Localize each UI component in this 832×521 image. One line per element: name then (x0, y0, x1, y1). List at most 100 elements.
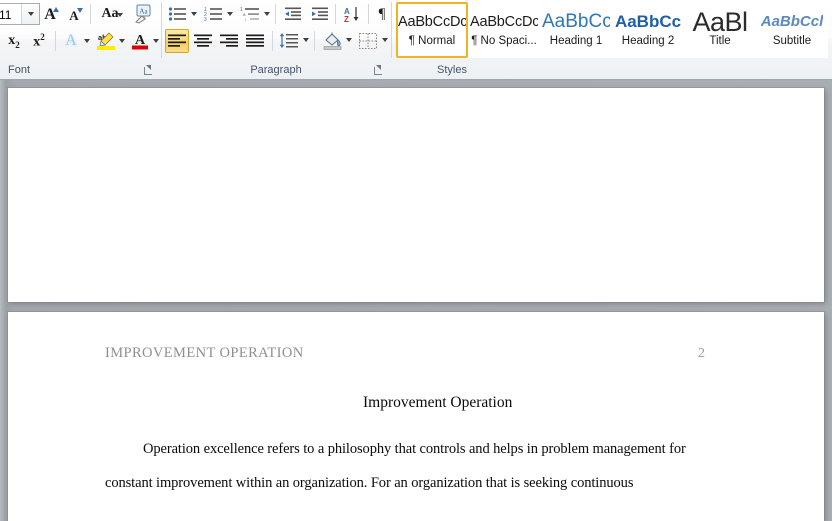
ribbon: 11 A A Aa Aa x2 x2 A ab A Font 1 2 3 1 a… (0, 0, 832, 80)
highlight-icon: ab (97, 32, 115, 50)
group-label-font-text: Font (8, 64, 31, 76)
justify-icon (246, 34, 264, 47)
style-label: Title (709, 35, 731, 47)
style-preview: AaBbCс (542, 11, 610, 32)
shading-dropdown-icon[interactable] (346, 38, 352, 42)
document-page-number: 2 (698, 346, 705, 361)
subscript-icon: x2 (8, 32, 20, 50)
divider (368, 4, 369, 24)
styles-gallery[interactable]: AaBbCcDc ¶ Normal AaBbCcDc ¶ No Spaci...… (396, 2, 828, 58)
bullet-list-icon (168, 7, 186, 21)
bullets-dropdown-icon[interactable] (191, 12, 197, 16)
grow-font-button[interactable]: A (38, 3, 62, 25)
multilevel-list-icon: 1 a i (240, 7, 259, 22)
multilevel-dropdown-icon[interactable] (264, 12, 270, 16)
document-body-line: constant improvement within an organizat… (105, 475, 634, 491)
group-label-styles: Styles (392, 61, 832, 79)
borders-icon (359, 33, 377, 49)
numbering-button[interactable]: 1 2 3 (202, 3, 224, 25)
line-spacing-dropdown-icon[interactable] (303, 38, 309, 42)
text-effects-dropdown-icon[interactable] (84, 39, 90, 43)
document-running-header: IMPROVEMENT OPERATION (105, 345, 304, 361)
grow-arrow-icon (53, 7, 59, 12)
document-page-1[interactable] (8, 88, 824, 302)
increase-indent-button[interactable] (308, 3, 332, 25)
style-preview: AaBbCcl (760, 13, 824, 30)
decrease-indent-icon (285, 7, 301, 20)
chevron-down-icon (117, 13, 123, 17)
justify-button[interactable] (243, 29, 267, 53)
font-color-dropdown-icon[interactable] (153, 39, 159, 43)
numbered-list-icon: 1 2 3 (204, 7, 222, 22)
text-effects-button[interactable]: A (60, 30, 82, 52)
increase-indent-icon (312, 7, 328, 20)
sort-button[interactable]: A Z (340, 3, 364, 25)
align-left-button[interactable] (165, 29, 189, 53)
change-case-button[interactable]: Aa (94, 3, 126, 25)
bullets-button[interactable] (166, 3, 188, 25)
style-item-no-spacing[interactable]: AaBbCcDc ¶ No Spaci... (468, 2, 540, 58)
divider (55, 31, 56, 51)
shading-button[interactable] (320, 29, 344, 53)
align-center-button[interactable] (191, 29, 215, 53)
font-size-combo[interactable]: 11 (0, 3, 40, 25)
pilcrow-icon: ¶ (378, 5, 386, 22)
group-label-styles-text: Styles (437, 64, 467, 76)
document-body-title: Improvement Operation (363, 394, 513, 411)
align-left-icon (168, 34, 186, 47)
svg-text:3: 3 (204, 17, 207, 22)
superscript-button[interactable]: x2 (27, 30, 51, 52)
group-label-font: Font (0, 61, 160, 79)
borders-dropdown-icon[interactable] (382, 38, 388, 42)
style-item-normal[interactable]: AaBbCcDc ¶ Normal (396, 2, 468, 58)
style-item-heading-1[interactable]: AaBbCс Heading 1 (540, 2, 612, 58)
clear-formatting-icon: Aa (135, 4, 151, 24)
document-page-2[interactable]: IMPROVEMENT OPERATION 2 Improvement Oper… (8, 312, 824, 521)
chevron-down-icon (28, 12, 34, 16)
divider (275, 4, 276, 24)
style-label: ¶ Normal (408, 35, 456, 47)
style-item-title[interactable]: AaBl Title (684, 2, 756, 58)
clear-formatting-button[interactable]: Aa (131, 2, 157, 26)
style-label: Heading 2 (621, 35, 675, 47)
style-item-subtitle[interactable]: AaBbCcl Subtitle (756, 2, 828, 58)
borders-button[interactable] (356, 29, 380, 53)
multilevel-list-button[interactable]: 1 a i (238, 3, 262, 25)
style-label: Heading 1 (549, 35, 603, 47)
style-item-heading-2[interactable]: AaBbCc Heading 2 (612, 2, 684, 58)
shrink-font-button[interactable]: A (62, 3, 86, 25)
text-effects-icon: A (65, 32, 77, 49)
style-preview: AaBbCc (614, 12, 682, 31)
divider (90, 4, 91, 24)
decrease-indent-button[interactable] (281, 3, 305, 25)
style-preview: AaBbCcDc (398, 14, 466, 30)
font-color-icon: A (132, 33, 148, 50)
divider (272, 31, 273, 51)
sort-az-icon: A Z (344, 6, 359, 23)
text-highlight-color-button[interactable]: ab (95, 30, 117, 52)
divider (314, 31, 315, 51)
document-canvas[interactable]: IMPROVEMENT OPERATION 2 Improvement Oper… (0, 80, 832, 521)
align-center-icon (194, 34, 212, 47)
change-case-icon: Aa (101, 6, 119, 21)
svg-text:i: i (245, 17, 246, 22)
style-preview: AaBl (692, 11, 748, 33)
subscript-button[interactable]: x2 (2, 30, 26, 52)
font-color-button[interactable]: A (129, 30, 151, 52)
style-label: ¶ No Spaci... (471, 35, 537, 47)
shading-paint-bucket-icon (323, 32, 341, 50)
align-right-icon (220, 34, 238, 47)
show-formatting-marks-button[interactable]: ¶ (372, 3, 392, 25)
line-spacing-button[interactable] (277, 29, 301, 53)
font-dialog-launcher[interactable] (143, 65, 154, 76)
numbering-dropdown-icon[interactable] (227, 12, 233, 16)
style-preview: AaBbCcDc (470, 14, 538, 30)
svg-text:Aa: Aa (139, 8, 148, 16)
font-size-value: 11 (0, 8, 12, 22)
line-spacing-icon (279, 33, 298, 48)
document-body-line: Operation excellence refers to a philoso… (143, 441, 686, 457)
divider (335, 4, 336, 24)
highlight-dropdown-icon[interactable] (119, 39, 125, 43)
ribbon-group-styles: AaBbCcDc ¶ Normal AaBbCcDc ¶ No Spaci...… (392, 0, 832, 79)
align-right-button[interactable] (217, 29, 241, 53)
